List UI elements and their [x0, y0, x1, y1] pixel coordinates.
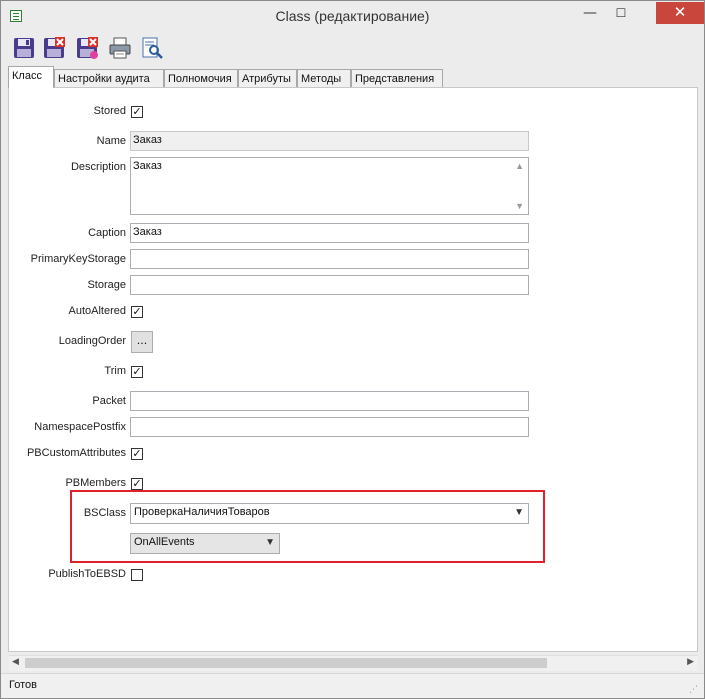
save-close-icon[interactable] [42, 36, 66, 60]
packet-field[interactable] [130, 391, 529, 411]
description-label: Description [70, 161, 126, 173]
loadingorder-button[interactable]: ... [131, 331, 153, 353]
packet-label: Packet [92, 395, 126, 407]
description-text: Заказ [133, 160, 162, 172]
storage-field[interactable] [130, 275, 529, 295]
save-delete-icon[interactable] [75, 36, 99, 60]
loadingorder-label-wrap: LoadingOrder [8, 335, 126, 349]
storage-label: Storage [87, 279, 126, 291]
preview-icon[interactable] [140, 36, 164, 60]
storage-label-wrap: Storage [8, 279, 126, 293]
trim-checkbox[interactable]: ✓ [131, 366, 143, 378]
close-button[interactable]: ✕ [656, 2, 704, 24]
tab-class[interactable]: Класс [8, 66, 54, 88]
pbcustomattributes-checkbox[interactable]: ✓ [131, 448, 143, 460]
scrollbar-thumb[interactable] [25, 658, 547, 668]
bsclass-label-wrap: BSClass [8, 507, 126, 521]
primarykeystorage-label: PrimaryKeyStorage [30, 253, 126, 265]
primarykeystorage-label-wrap: PrimaryKeyStorage [8, 253, 126, 267]
caption-label-wrap: Caption [8, 227, 126, 241]
status-text: Готов [9, 679, 37, 691]
print-icon[interactable] [108, 36, 132, 60]
name-field[interactable]: Заказ [130, 131, 529, 151]
loadingorder-label: LoadingOrder [58, 335, 126, 347]
stored-label: Stored [93, 105, 126, 117]
chevron-down-icon: ▼ [265, 537, 275, 548]
tab-audit-settings[interactable]: Настройки аудита [54, 69, 164, 87]
name-label: Name [96, 135, 126, 147]
caption-label: Caption [88, 227, 126, 239]
bsclass-event-select[interactable]: OnAllEvents ▼ [130, 533, 280, 554]
name-label-wrap: Name [8, 135, 126, 149]
scroll-down-icon[interactable]: ▼ [515, 201, 524, 211]
publishtoebsd-label: PublishToEBSD [48, 568, 126, 580]
scroll-left-icon[interactable]: ◀ [12, 657, 19, 667]
bsclass-label: BSClass [83, 507, 126, 519]
tab-attributes[interactable]: Атрибуты [238, 69, 297, 87]
description-field[interactable]: Заказ ▲ ▼ [130, 157, 529, 215]
tab-permissions[interactable]: Полномочия [164, 69, 238, 87]
tab-views[interactable]: Представления [351, 69, 443, 87]
scroll-up-icon[interactable]: ▲ [515, 161, 524, 171]
maximize-button[interactable]: ☐ [606, 2, 636, 24]
pbmembers-label-wrap: PBMembers [8, 477, 126, 491]
bsclass-select[interactable]: ПроверкаНаличияТоваров ▼ [130, 503, 529, 524]
minimize-button[interactable]: — [575, 2, 605, 24]
chevron-down-icon: ▼ [514, 507, 524, 518]
publishtoebsd-checkbox[interactable] [131, 569, 143, 581]
scroll-right-icon[interactable]: ▶ [687, 657, 694, 667]
description-label-wrap: Description [8, 161, 126, 175]
pbmembers-label: PBMembers [65, 477, 126, 489]
primarykeystorage-field[interactable] [130, 249, 529, 269]
trim-label-wrap: Trim [8, 365, 126, 379]
stored-checkbox[interactable]: ✓ [131, 106, 143, 118]
horizontal-scrollbar[interactable]: ◀ ▶ [9, 655, 698, 671]
status-bar: Готов ⋰ [1, 673, 704, 698]
packet-label-wrap: Packet [8, 395, 126, 409]
pbcustomattributes-label-wrap: PBCustomAttributes [8, 447, 126, 461]
trim-label: Trim [104, 365, 126, 377]
tab-methods[interactable]: Методы [297, 69, 351, 87]
publishtoebsd-label-wrap: PublishToEBSD [8, 568, 126, 582]
title-bar: Class (редактирование) — ☐ ✕ [1, 1, 704, 31]
namespacepostfix-field[interactable] [130, 417, 529, 437]
namespacepostfix-label-wrap: NamespacePostfix [8, 421, 126, 435]
stored-label-wrap: Stored [8, 105, 126, 119]
resize-grip-icon[interactable]: ⋰ [689, 685, 698, 695]
bsclass-value: ПроверкаНаличияТоваров [134, 506, 270, 518]
caption-field[interactable]: Заказ [130, 223, 529, 243]
autoaltered-label: AutoAltered [68, 305, 126, 317]
save-icon[interactable] [12, 36, 36, 60]
namespacepostfix-label: NamespacePostfix [34, 421, 126, 433]
autoaltered-checkbox[interactable]: ✓ [131, 306, 143, 318]
bsclass-event-value: OnAllEvents [134, 536, 195, 548]
autoaltered-label-wrap: AutoAltered [8, 305, 126, 319]
pbmembers-checkbox[interactable]: ✓ [131, 478, 143, 490]
pbcustomattributes-label: PBCustomAttributes [26, 447, 126, 459]
